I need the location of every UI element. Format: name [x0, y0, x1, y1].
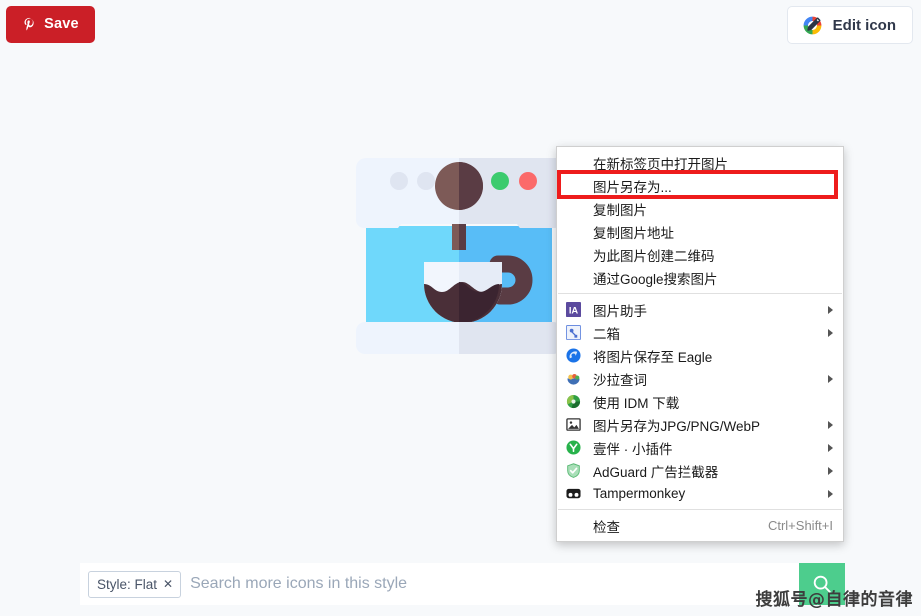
- menu-item-label: 使用 IDM 下载: [593, 395, 680, 411]
- chevron-right-icon: [828, 443, 833, 452]
- menu-item-label: 复制图片地址: [593, 225, 674, 241]
- coffee-machine-flat-icon: [356, 158, 562, 354]
- menu-item-label: 沙拉查词: [593, 372, 647, 388]
- menu-item-label: 二箱: [593, 326, 620, 342]
- chevron-right-icon: [828, 374, 833, 383]
- adguard-shield-icon: [565, 463, 581, 479]
- menu-item-label: 在新标签页中打开图片: [593, 156, 728, 172]
- menu-item-save-image-as-jpg-png-webp[interactable]: 图片另存为JPG/PNG/WebP: [557, 413, 843, 436]
- menu-item-adguard[interactable]: AdGuard 广告拦截器: [557, 459, 843, 482]
- menu-item-tampermonkey[interactable]: Tampermonkey: [557, 482, 843, 505]
- chevron-right-icon: [828, 328, 833, 337]
- svg-text:IA: IA: [568, 305, 578, 315]
- menu-item-label: 复制图片: [593, 202, 647, 218]
- menu-item-label: 图片另存为...: [593, 179, 672, 195]
- menu-item-copy-image-address[interactable]: 复制图片地址: [557, 220, 843, 243]
- search-submit-button[interactable]: [799, 563, 845, 605]
- save-button[interactable]: Save: [6, 6, 95, 43]
- search-bar: Style: Flat ✕: [80, 563, 841, 605]
- menu-item-copy-image[interactable]: 复制图片: [557, 197, 843, 220]
- menu-item-saladict[interactable]: 沙拉查词: [557, 367, 843, 390]
- menu-item-create-qr-code[interactable]: 为此图片创建二维码: [557, 243, 843, 266]
- menu-item-yiban[interactable]: 壹伴 · 小插件: [557, 436, 843, 459]
- eagle-icon: [565, 348, 581, 364]
- erxiang-icon: [565, 325, 581, 341]
- yiban-icon: [565, 440, 581, 456]
- context-menu[interactable]: 在新标签页中打开图片 图片另存为... 复制图片 复制图片地址 为此图片创建二维…: [556, 146, 844, 542]
- edit-icon-button-label: Edit icon: [832, 16, 896, 34]
- menu-item-save-image-as[interactable]: 图片另存为...: [557, 174, 843, 197]
- menu-item-erxiang[interactable]: 二箱: [557, 321, 843, 344]
- menu-item-label: 通过Google搜索图片: [593, 271, 718, 287]
- menu-item-label: 图片另存为JPG/PNG/WebP: [593, 418, 761, 434]
- edit-icon-button[interactable]: Edit icon: [786, 6, 913, 44]
- menu-item-save-image-to-eagle[interactable]: 将图片保存至 Eagle: [557, 344, 843, 367]
- menu-item-open-image-in-new-tab[interactable]: 在新标签页中打开图片: [557, 151, 843, 174]
- pencil-circle-icon: [802, 15, 823, 36]
- menu-group-inspect: 检查 Ctrl+Shift+I: [557, 514, 843, 537]
- menu-item-label: Tampermonkey: [593, 486, 686, 501]
- chevron-right-icon: [828, 489, 833, 498]
- style-filter-chip[interactable]: Style: Flat ✕: [88, 570, 182, 598]
- menu-group-image-actions: 在新标签页中打开图片 图片另存为... 复制图片 复制图片地址 为此图片创建二维…: [557, 151, 843, 289]
- menu-separator: [558, 293, 842, 294]
- style-filter-chip-label: Style: Flat: [97, 576, 158, 592]
- image-frame-icon: [565, 417, 581, 433]
- menu-item-download-with-idm[interactable]: 使用 IDM 下载: [557, 390, 843, 413]
- icon-preview[interactable]: [348, 144, 570, 366]
- chevron-right-icon: [828, 305, 833, 314]
- menu-item-label: 检查: [593, 519, 620, 535]
- save-button-label: Save: [44, 16, 79, 33]
- menu-separator: [558, 509, 842, 510]
- menu-group-extensions: IA 图片助手 二箱 将图片保存至 Eagle 沙拉查词 使用 IDM 下载 图…: [557, 298, 843, 505]
- saladict-bowl-icon: [565, 371, 581, 387]
- search-icon: [813, 575, 831, 593]
- menu-item-label: 图片助手: [593, 303, 647, 319]
- search-input[interactable]: [181, 574, 841, 594]
- menu-item-shortcut: Ctrl+Shift+I: [767, 518, 833, 533]
- menu-item-search-image-with-google[interactable]: 通过Google搜索图片: [557, 266, 843, 289]
- close-icon[interactable]: ✕: [163, 578, 173, 590]
- menu-item-image-assistant[interactable]: IA 图片助手: [557, 298, 843, 321]
- menu-item-label: 为此图片创建二维码: [593, 248, 715, 264]
- chevron-right-icon: [828, 420, 833, 429]
- pinterest-p-icon: [22, 16, 37, 33]
- tampermonkey-icon: [565, 486, 581, 502]
- idm-globe-icon: [565, 394, 581, 410]
- menu-item-label: 壹伴 · 小插件: [593, 441, 673, 457]
- menu-item-label: AdGuard 广告拦截器: [593, 464, 719, 480]
- image-assistant-ia-icon: IA: [565, 302, 581, 318]
- chevron-right-icon: [828, 466, 833, 475]
- menu-item-label: 将图片保存至 Eagle: [593, 349, 713, 365]
- menu-item-inspect[interactable]: 检查 Ctrl+Shift+I: [557, 514, 843, 537]
